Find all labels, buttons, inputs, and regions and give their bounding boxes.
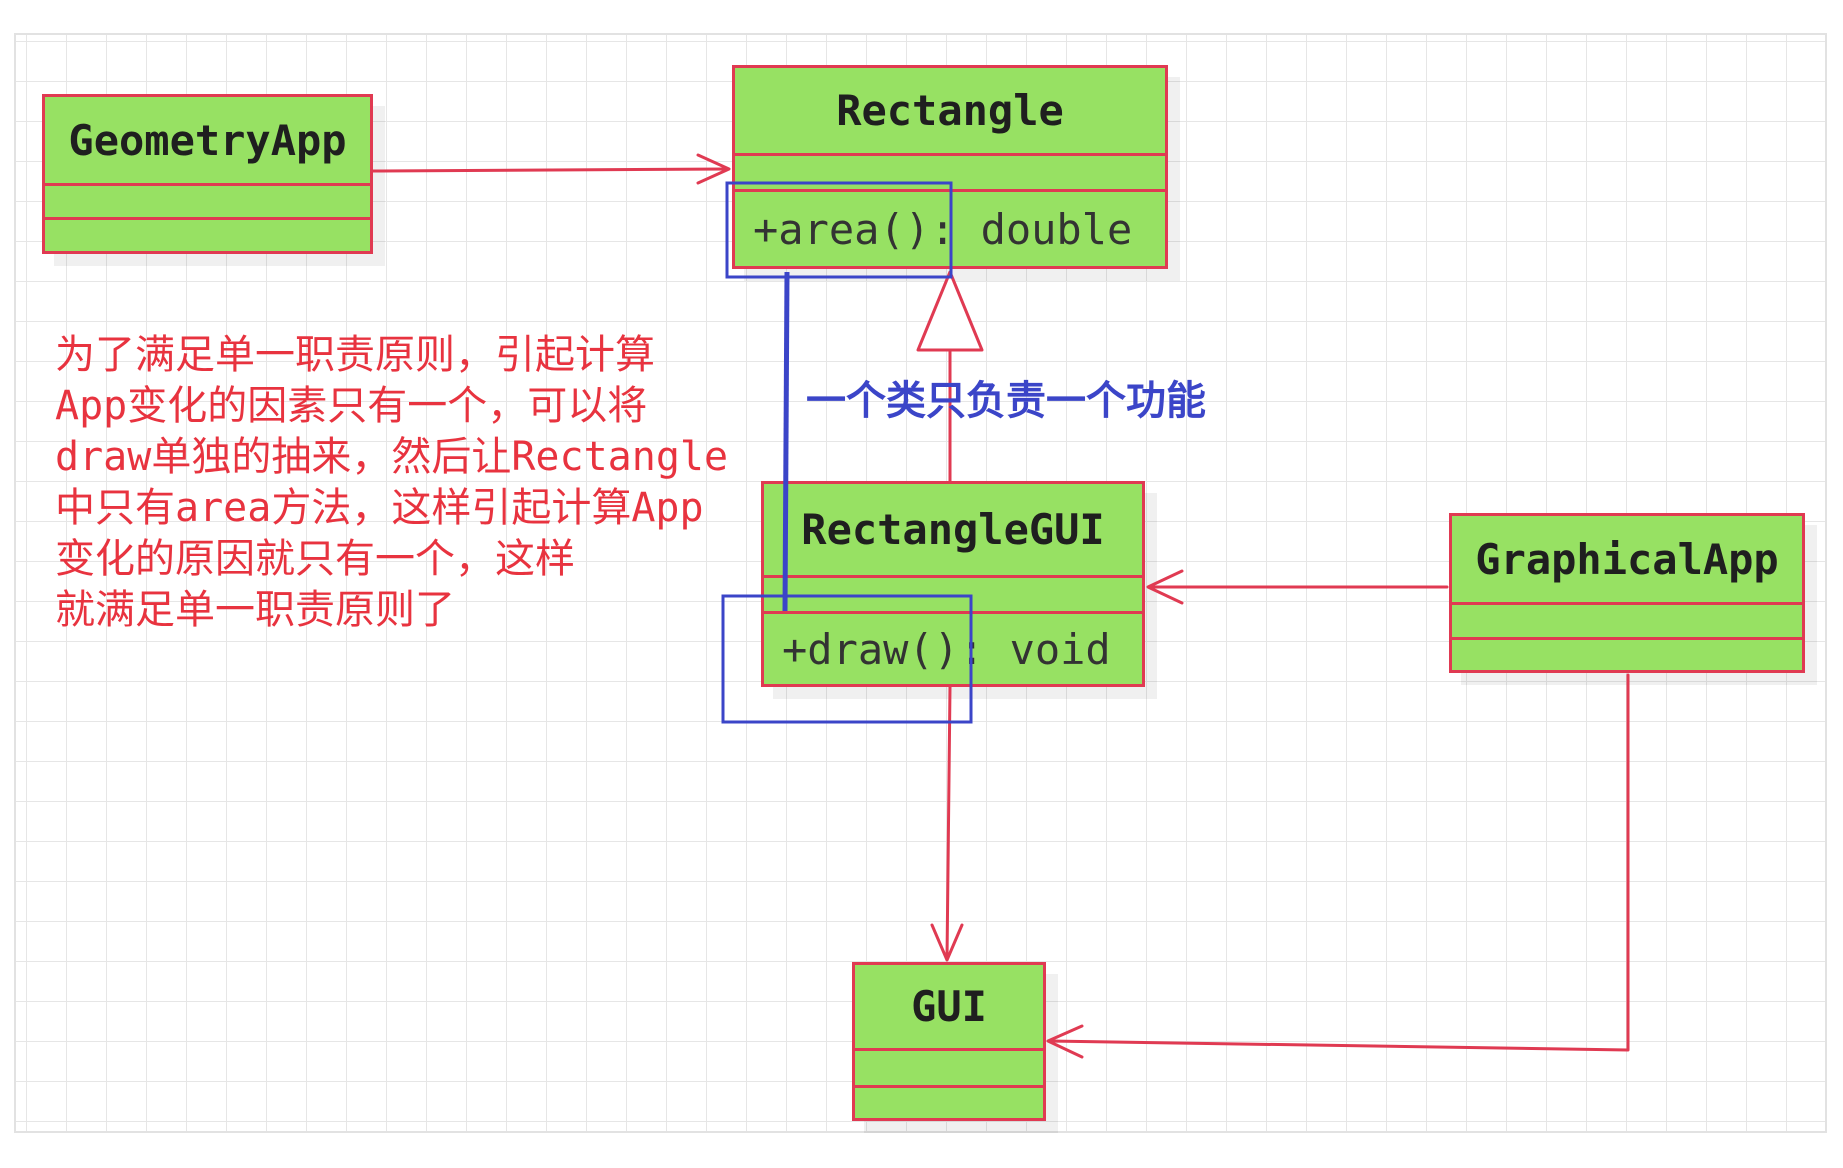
- class-name: GeometryApp: [68, 115, 347, 165]
- explanation-line: 变化的原因就只有一个，这样: [55, 536, 575, 582]
- class-rectangle-gui: RectangleGUI +draw(): void: [761, 481, 1145, 687]
- method-draw: +draw(): void: [764, 611, 1142, 684]
- explanation-line: App变化的因素只有一个，可以将: [55, 383, 648, 429]
- class-name: GUI: [911, 982, 987, 1031]
- class-name: RectangleGUI: [801, 505, 1105, 554]
- method-area: +area(): double: [735, 189, 1165, 266]
- attributes-compartment: [1452, 602, 1802, 637]
- explanation-line: 为了满足单一职责原则，引起计算: [55, 332, 655, 378]
- class-geometry-app: GeometryApp: [42, 94, 373, 254]
- methods-compartment: [45, 217, 370, 251]
- class-graphical-app: GraphicalApp: [1449, 513, 1805, 673]
- uml-diagram-canvas: GeometryApp Rectangle +area(): double Re…: [0, 0, 1843, 1168]
- explanation-line: draw单独的抽来，然后让Rectangle: [55, 434, 729, 480]
- attributes-compartment: [764, 575, 1142, 611]
- explanation-line: 就满足单一职责原则了: [55, 587, 455, 633]
- attributes-compartment: [735, 153, 1165, 189]
- srp-annotation: 一个类只负责一个功能: [806, 378, 1206, 424]
- attributes-compartment: [855, 1048, 1043, 1085]
- class-name: Rectangle: [836, 86, 1064, 135]
- explanation-note: 为了满足单一职责原则，引起计算 App变化的因素只有一个，可以将 draw单独的…: [55, 330, 728, 636]
- class-gui: GUI: [852, 962, 1046, 1121]
- methods-compartment: [1452, 637, 1802, 670]
- class-rectangle: Rectangle +area(): double: [732, 65, 1168, 269]
- methods-compartment: [855, 1085, 1043, 1118]
- explanation-line: 中只有area方法，这样引起计算App: [55, 485, 704, 531]
- attributes-compartment: [45, 183, 370, 217]
- class-name: GraphicalApp: [1475, 534, 1779, 584]
